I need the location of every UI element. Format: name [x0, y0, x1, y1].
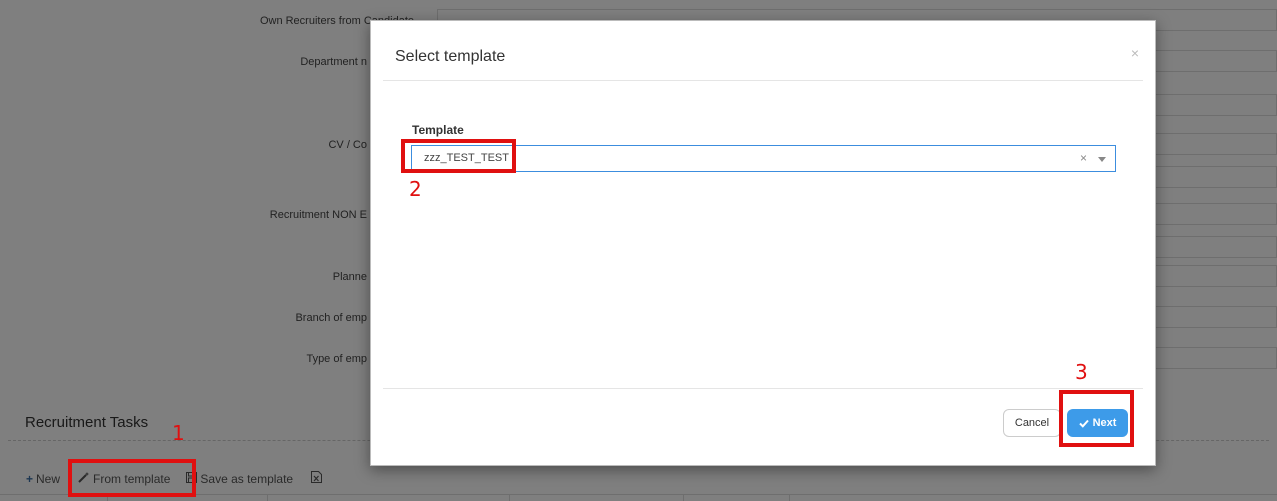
clear-icon[interactable]: × [1080, 151, 1087, 165]
chevron-down-icon[interactable] [1098, 157, 1106, 162]
modal-header: Select template [383, 21, 1143, 81]
modal-footer [383, 388, 1143, 389]
close-icon[interactable]: × [1131, 45, 1139, 61]
annotation-box-step-3 [1059, 390, 1134, 447]
annotation-number-1: 1 [172, 421, 185, 445]
template-select[interactable]: zzz_TEST_TEST × [411, 145, 1116, 172]
annotation-number-2: 2 [409, 177, 422, 201]
cancel-button[interactable]: Cancel [1003, 409, 1061, 437]
template-field-label: Template [412, 123, 464, 137]
annotation-box-step-1 [68, 459, 196, 497]
annotation-box-step-2 [401, 139, 516, 173]
modal-title: Select template [395, 48, 506, 65]
select-template-dialog: Select template × Template zzz_TEST_TEST… [370, 20, 1156, 466]
annotation-number-3: 3 [1075, 360, 1088, 384]
